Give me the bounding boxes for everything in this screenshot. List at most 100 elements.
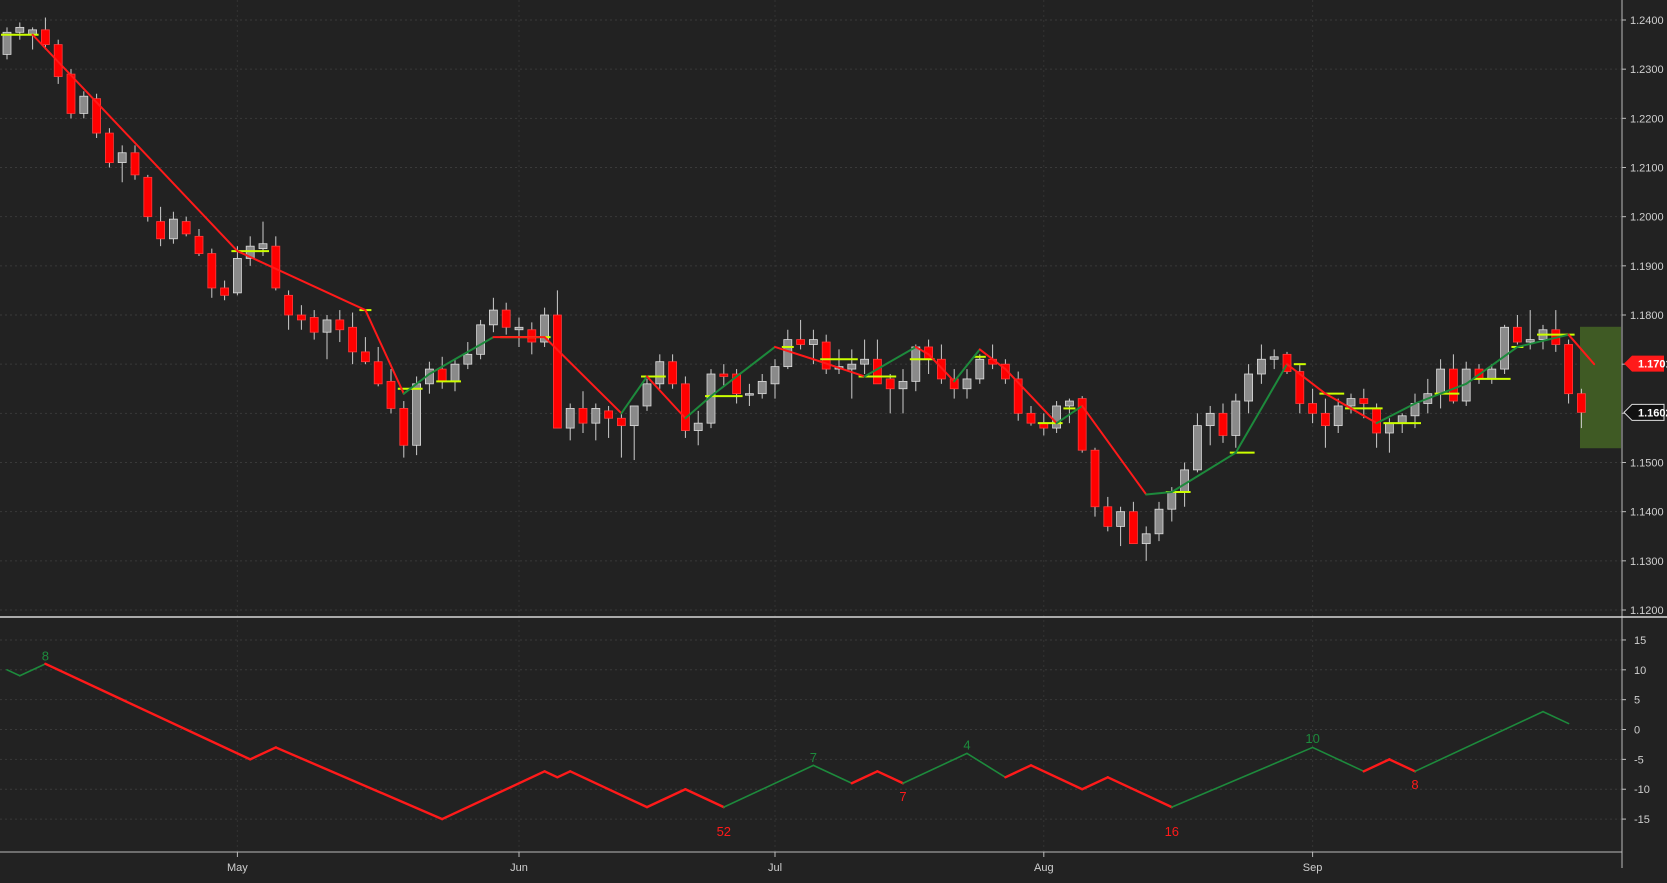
swing-count-label: 52 bbox=[717, 824, 731, 839]
candle-up bbox=[1436, 368, 1445, 395]
candle-down bbox=[309, 317, 319, 333]
price-axis-label: 1.1200 bbox=[1630, 605, 1664, 617]
candle-down bbox=[386, 380, 396, 409]
candle-down bbox=[220, 287, 230, 296]
oscillator-axis-label: 0 bbox=[1634, 725, 1640, 737]
candle-up bbox=[1231, 400, 1241, 436]
candle-up bbox=[962, 378, 972, 390]
candle-down bbox=[668, 361, 677, 385]
candle-up bbox=[770, 366, 780, 385]
candle-up bbox=[1052, 405, 1061, 429]
date-axis-label: Jul bbox=[768, 862, 782, 874]
candle-down bbox=[1321, 412, 1330, 427]
price-chart[interactable]: 8 52 7 7 4 16 10 8 1.1200 1.1300 1.1400 1.1500 1.16… bbox=[0, 0, 1667, 883]
candle-up bbox=[975, 358, 985, 380]
candle-up bbox=[1180, 469, 1189, 493]
candle-down bbox=[296, 314, 306, 321]
price-axis-label: 1.2000 bbox=[1630, 212, 1664, 224]
candle-up bbox=[1257, 358, 1266, 375]
date-axis-label: Jun bbox=[510, 862, 528, 874]
candle-up bbox=[168, 218, 178, 240]
price-axis-label: 1.2400 bbox=[1630, 15, 1664, 27]
candle-down bbox=[1026, 412, 1036, 424]
swing-count-label: 16 bbox=[1165, 824, 1179, 839]
candle-up bbox=[1116, 511, 1125, 527]
candle-down bbox=[373, 361, 383, 385]
candle-down bbox=[1129, 511, 1138, 545]
candle-up bbox=[1333, 405, 1343, 427]
candle-up bbox=[476, 324, 486, 355]
candle-down bbox=[1449, 368, 1458, 402]
candle-down bbox=[1564, 344, 1573, 395]
date-axis-label: Aug bbox=[1034, 862, 1054, 874]
candle-up bbox=[783, 339, 793, 368]
price-axis-label: 1.2300 bbox=[1630, 64, 1664, 76]
candle-up bbox=[911, 346, 921, 382]
candle-up bbox=[412, 383, 422, 446]
candle-down bbox=[92, 98, 101, 134]
candle-up bbox=[1487, 368, 1497, 380]
candle-up bbox=[693, 422, 703, 431]
candle-down bbox=[105, 132, 114, 163]
candle-down bbox=[1103, 506, 1113, 527]
oscillator-axis-label: -5 bbox=[1634, 754, 1644, 766]
highlight-box bbox=[1580, 326, 1621, 449]
candle-up bbox=[745, 393, 754, 396]
price-axis-label: 1.2200 bbox=[1630, 113, 1664, 125]
price-tag-label: 1.1602 bbox=[1638, 407, 1667, 419]
candle-up bbox=[860, 358, 869, 365]
candle-up bbox=[488, 309, 498, 326]
candle-up bbox=[1346, 398, 1356, 407]
candle-up bbox=[258, 243, 268, 250]
candle-up bbox=[1167, 491, 1177, 510]
candle-down bbox=[207, 253, 217, 289]
candle-up bbox=[463, 353, 473, 365]
date-axis-label: Sep bbox=[1303, 862, 1323, 874]
candle-up bbox=[1525, 339, 1535, 343]
candle-up bbox=[1141, 533, 1151, 545]
oscillator-axis-label: 15 bbox=[1634, 635, 1646, 647]
chart-root: 8 52 7 7 4 16 10 8 1.1200 1.1300 1.1400 1.1500 1.16… bbox=[0, 0, 1667, 883]
candle-up bbox=[591, 408, 601, 424]
price-axis-label: 1.1400 bbox=[1630, 507, 1664, 519]
candle-up bbox=[322, 319, 332, 333]
candle-down bbox=[527, 329, 537, 343]
date-axis-label: May bbox=[227, 862, 248, 874]
swing-count-label: 8 bbox=[42, 649, 49, 664]
candle-down bbox=[604, 410, 613, 419]
candle-down bbox=[1513, 326, 1522, 343]
candle-down bbox=[181, 221, 191, 235]
candle-down bbox=[66, 73, 76, 114]
candle-down bbox=[399, 408, 409, 446]
candle-up bbox=[232, 258, 242, 294]
candle-up bbox=[809, 339, 818, 345]
candle-down bbox=[1308, 403, 1317, 414]
candle-down bbox=[1090, 449, 1100, 508]
candle-down bbox=[1359, 398, 1369, 404]
candle-down bbox=[885, 378, 895, 390]
swing-count-label: 8 bbox=[1411, 777, 1418, 792]
oscillator-axis-label: 5 bbox=[1634, 695, 1640, 707]
candle-down bbox=[553, 314, 562, 429]
candle-up bbox=[1500, 326, 1509, 370]
candle-down bbox=[284, 294, 294, 316]
price-axis-label: 1.1800 bbox=[1630, 310, 1664, 322]
candle-down bbox=[335, 319, 345, 331]
candle-up bbox=[629, 405, 639, 427]
price-axis-label: 1.1500 bbox=[1630, 458, 1664, 470]
candle-up bbox=[655, 361, 665, 385]
background bbox=[0, 0, 1667, 883]
swing-count-label: 7 bbox=[899, 789, 906, 804]
candle-down bbox=[719, 373, 729, 377]
candle-up bbox=[1065, 400, 1074, 407]
candle-up bbox=[514, 326, 524, 331]
candle-down bbox=[348, 326, 358, 353]
candle-up bbox=[642, 383, 652, 407]
candle-up bbox=[847, 363, 857, 370]
candle-down bbox=[143, 176, 153, 218]
candle-up bbox=[757, 380, 767, 395]
oscillator-axis-label: -15 bbox=[1634, 814, 1650, 826]
price-axis-label: 1.1300 bbox=[1630, 556, 1664, 568]
candle-up bbox=[450, 363, 460, 382]
candle-down bbox=[617, 417, 626, 427]
